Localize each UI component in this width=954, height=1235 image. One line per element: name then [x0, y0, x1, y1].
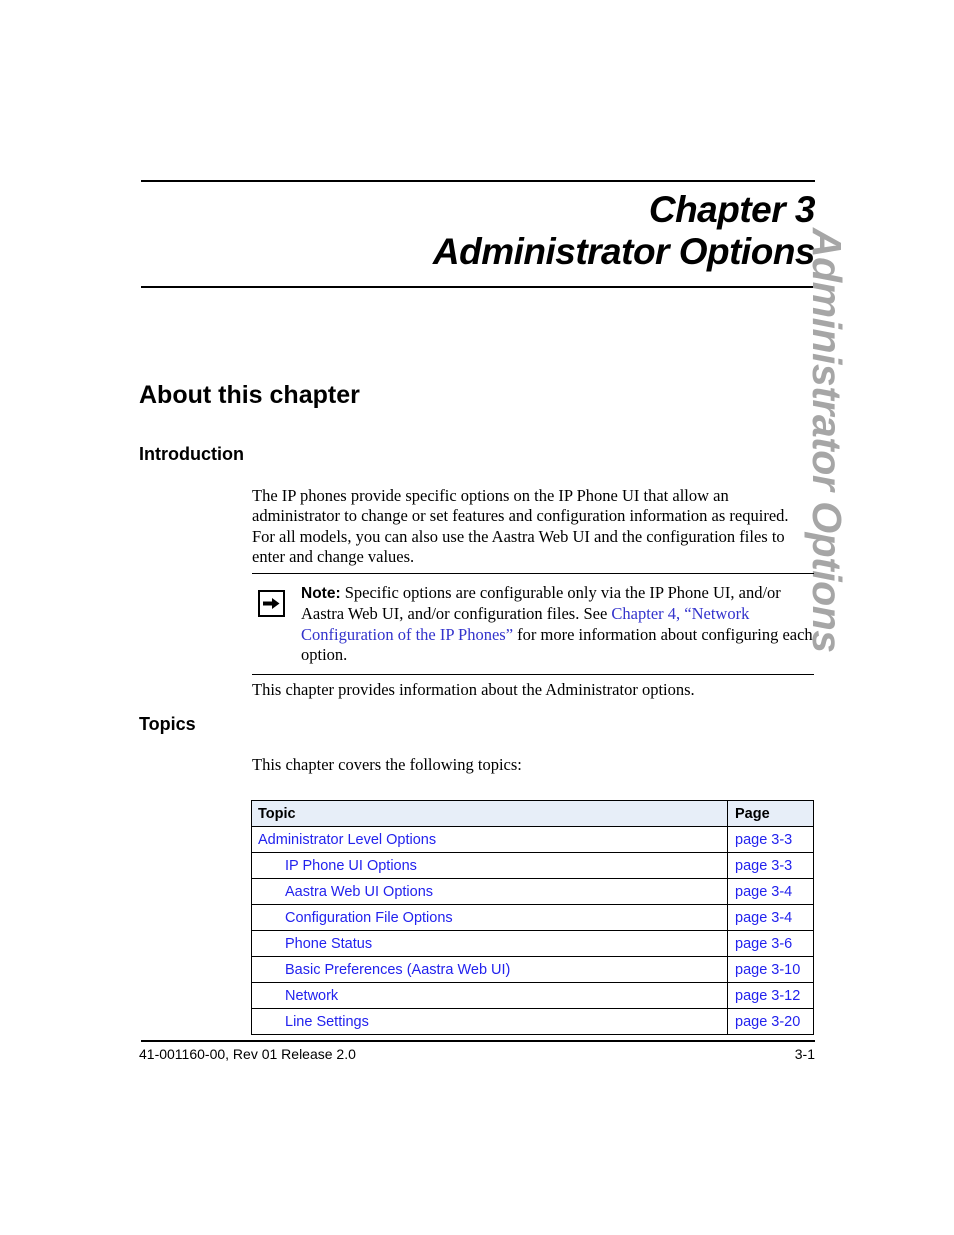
- table-cell-topic: Network: [251, 982, 728, 1009]
- table-cell-page: page 3-6: [727, 930, 814, 957]
- table-cell-page: page 3-3: [727, 826, 814, 853]
- document-page: Chapter 3 Administrator Options Administ…: [0, 0, 954, 1235]
- table-cell-page: page 3-3: [727, 852, 814, 879]
- note-box: Note: Specific options are configurable …: [252, 573, 814, 676]
- table-cell-page: page 3-4: [727, 878, 814, 905]
- table-cell-page: page 3-10: [727, 956, 814, 983]
- topics-heading: Topics: [139, 714, 196, 734]
- page-link[interactable]: page 3-3: [735, 832, 792, 848]
- note-label: Note:: [301, 585, 341, 602]
- note-rule-bottom: [252, 674, 814, 676]
- page-link[interactable]: page 3-10: [735, 962, 800, 978]
- topic-link[interactable]: Basic Preferences (Aastra Web UI): [285, 962, 510, 978]
- topics-table: Topic Page Administrator Level Options pa…: [251, 800, 814, 1035]
- table-row: Aastra Web UI Options page 3-4: [251, 878, 814, 905]
- topic-link[interactable]: Phone Status: [285, 936, 372, 952]
- footer-page-number: 3-1: [794, 1046, 815, 1062]
- chapter-title: Chapter 3 Administrator Options: [141, 182, 816, 276]
- page-link[interactable]: page 3-12: [735, 988, 800, 1004]
- table-header-row: Topic Page: [251, 800, 814, 827]
- footer-document-id: 41-001160-00, Rev 01 Release 2.0: [139, 1046, 356, 1062]
- right-arrow-icon: [258, 590, 285, 617]
- about-this-chapter-heading: About this chapter: [139, 381, 360, 409]
- topic-link[interactable]: Configuration File Options: [285, 910, 453, 926]
- table-cell-page: page 3-12: [727, 982, 814, 1009]
- table-row: Administrator Level Options page 3-3: [251, 826, 814, 853]
- chapter-info-paragraph: This chapter provides information about …: [252, 680, 695, 699]
- table-cell-topic: IP Phone UI Options: [251, 852, 728, 879]
- page-link[interactable]: page 3-3: [735, 858, 792, 874]
- table-cell-page: page 3-4: [727, 904, 814, 931]
- topics-intro-paragraph: This chapter covers the following topics…: [252, 755, 522, 774]
- topic-link[interactable]: Administrator Level Options: [258, 832, 436, 848]
- topic-link[interactable]: Aastra Web UI Options: [285, 884, 433, 900]
- table-cell-topic: Basic Preferences (Aastra Web UI): [251, 956, 728, 983]
- page-link[interactable]: page 3-6: [735, 936, 792, 952]
- column-header-topic: Topic: [251, 800, 728, 827]
- footer-rule: [141, 1040, 815, 1042]
- chapter-rule-bottom: [141, 285, 815, 288]
- introduction-paragraph: The IP phones provide specific options o…: [252, 486, 789, 566]
- table-row: Line Settings page 3-20: [251, 1008, 814, 1035]
- chapter-number: Chapter 3: [648, 189, 816, 230]
- table-cell-topic: Administrator Level Options: [251, 826, 728, 853]
- table-cell-topic: Configuration File Options: [251, 904, 728, 931]
- chapter-header: Chapter 3 Administrator Options: [141, 180, 816, 288]
- topic-link[interactable]: Line Settings: [285, 1014, 369, 1030]
- table-cell-topic: Line Settings: [251, 1008, 728, 1035]
- table-cell-topic: Aastra Web UI Options: [251, 878, 728, 905]
- page-link[interactable]: page 3-4: [735, 884, 792, 900]
- table-row: Phone Status page 3-6: [251, 930, 814, 957]
- table-row: Basic Preferences (Aastra Web UI) page 3-…: [251, 956, 814, 983]
- note-text: Note: Specific options are configurable …: [301, 583, 814, 665]
- introduction-heading: Introduction: [139, 444, 244, 464]
- table-row: Configuration File Options page 3-4: [251, 904, 814, 931]
- table-row: Network page 3-12: [251, 982, 814, 1009]
- table-cell-topic: Phone Status: [251, 930, 728, 957]
- topic-link[interactable]: Network: [285, 988, 338, 1004]
- table-row: IP Phone UI Options page 3-3: [251, 852, 814, 879]
- chapter-name: Administrator Options: [432, 230, 816, 272]
- page-link[interactable]: page 3-4: [735, 910, 792, 926]
- topics-table-body: Administrator Level Options page 3-3 IP Ph…: [251, 826, 814, 1035]
- topic-link[interactable]: IP Phone UI Options: [285, 858, 417, 874]
- page-link[interactable]: page 3-20: [735, 1014, 800, 1030]
- column-header-page: Page: [727, 800, 814, 827]
- table-cell-page: page 3-20: [727, 1008, 814, 1035]
